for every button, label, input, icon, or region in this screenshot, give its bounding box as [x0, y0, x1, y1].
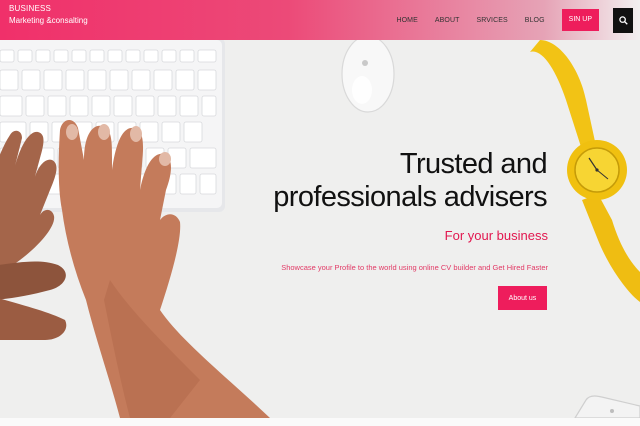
mouse-image	[341, 40, 395, 113]
search-button[interactable]	[613, 7, 633, 33]
brand-logo[interactable]: BUSINESS Marketing &consalting	[9, 4, 88, 25]
brand-tagline: Marketing &consalting	[9, 16, 88, 25]
about-us-button[interactable]: About us	[498, 286, 547, 310]
nav-link-blog[interactable]: BLOG	[525, 17, 545, 24]
hero-headline: Trusted and professionals advisers	[227, 148, 547, 214]
search-icon	[618, 15, 628, 25]
phone-image	[574, 395, 640, 418]
sign-up-button[interactable]: SIN UP	[561, 9, 599, 31]
hero-section: Trusted and professionals advisers For y…	[0, 40, 640, 418]
nav-link-about[interactable]: ABOUT	[435, 17, 460, 24]
hero-description: Showcase your Profile to the world using…	[281, 263, 548, 272]
main-nav: HOME ABOUT SRVICES BLOG SIN UP	[396, 0, 640, 40]
hero-subheading: For your business	[444, 228, 548, 243]
nav-link-home[interactable]: HOME	[396, 17, 417, 24]
page-bottom-edge	[0, 418, 640, 426]
headline-line-1: Trusted and	[399, 148, 548, 180]
site-header: BUSINESS Marketing &consalting HOME ABOU…	[0, 0, 640, 40]
brand-name: BUSINESS	[9, 4, 52, 13]
nav-link-services[interactable]: SRVICES	[476, 17, 507, 24]
headline-line-2: professionals advisers	[273, 181, 547, 213]
